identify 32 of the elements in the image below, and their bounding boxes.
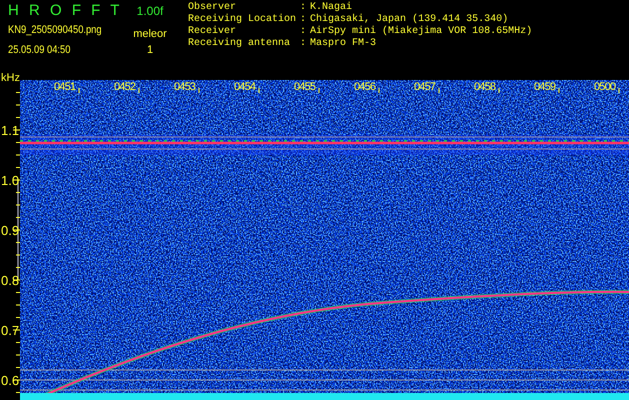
file-name: KN9_2505090450.png: [8, 24, 103, 36]
info-label: Receiving Location: [188, 14, 296, 25]
time-label: 0454: [234, 81, 256, 93]
info-label: Receiver: [188, 26, 236, 37]
time-label: 0458: [474, 81, 496, 93]
app-title: H R O F F T: [8, 2, 120, 20]
version-label: 1.00f: [136, 3, 164, 20]
info-value: AirSpy mini (Miakejima VOR 108.65MHz): [310, 26, 532, 37]
date-time: 25.05.09 04:50: [8, 44, 72, 56]
info-label: Receiving antenna: [188, 38, 290, 49]
time-label: 0500: [594, 81, 616, 93]
mode-label: meleor: [132, 28, 168, 40]
time-label: 0451: [54, 81, 76, 93]
colon-separator: :: [300, 2, 306, 13]
time-label: 0459: [534, 81, 556, 93]
info-value: Chigasaki, Japan (139.414 35.340): [310, 14, 508, 25]
frequency-label: 1.1: [1, 123, 20, 138]
frequency-label: 0.7: [1, 323, 20, 338]
colon-separator: :: [300, 38, 306, 49]
colon-separator: :: [300, 26, 306, 37]
time-label: 0457: [414, 81, 436, 93]
frequency-label: 1.0: [1, 173, 20, 188]
info-value: K.Nagai: [310, 2, 352, 13]
colon-separator: :: [300, 14, 306, 25]
info-value: Maspro FM-3: [310, 38, 376, 49]
info-label: Observer: [188, 2, 236, 13]
time-label: 0453: [174, 81, 196, 93]
time-label: 0452: [114, 81, 136, 93]
time-label: 0456: [354, 81, 376, 93]
count-value: 1: [146, 44, 154, 56]
axis-unit: kHz: [1, 72, 20, 84]
time-label: 0455: [294, 81, 316, 93]
